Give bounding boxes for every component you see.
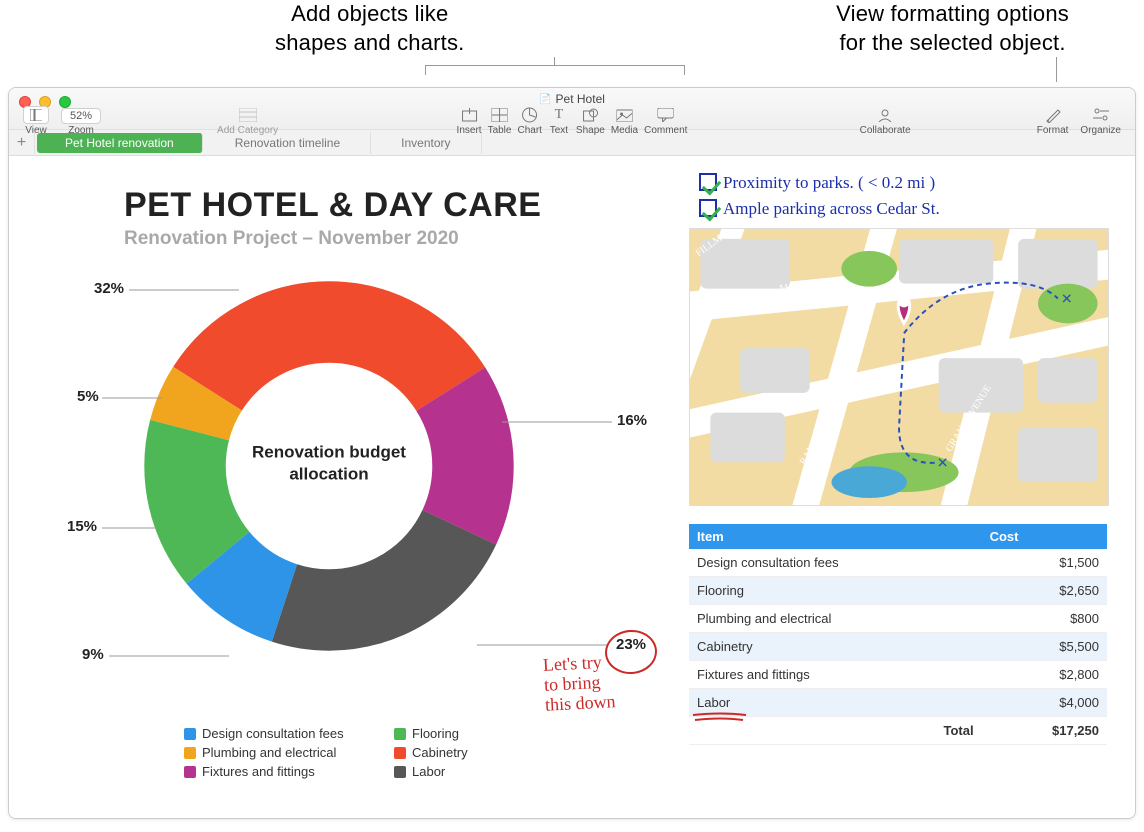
swatch-icon [184, 766, 196, 778]
table-row[interactable]: Flooring$2,650 [689, 577, 1107, 605]
title-text: Pet Hotel [556, 92, 605, 106]
window-title: 📄 Pet Hotel [539, 92, 605, 106]
table-icon [489, 106, 511, 124]
toolbar-label: Shape [576, 125, 605, 136]
annotation-brackets [0, 57, 1144, 87]
toolbar-label: Organize [1080, 125, 1121, 136]
legend-item: Cabinetry [394, 745, 554, 760]
page-subtitle: Renovation Project – November 2020 [124, 228, 459, 250]
sheet-canvas[interactable]: PET HOTEL & DAY CARE Renovation Project … [9, 156, 1135, 818]
shape-icon [579, 106, 601, 124]
format-button[interactable]: Format [1037, 106, 1069, 136]
table-row[interactable]: Labor$4,000 [689, 689, 1107, 717]
cost-table[interactable]: Item Cost Design consultation fees$1,500… [689, 524, 1107, 745]
table-row[interactable]: Cabinetry$5,500 [689, 633, 1107, 661]
format-icon [1042, 106, 1064, 124]
toolbar-left: View 52% Zoom Add Category [17, 106, 284, 138]
chart-legend: Design consultation fees Flooring Plumbi… [184, 726, 554, 779]
legend-item: Labor [394, 764, 554, 779]
toolbar-label: Zoom [68, 125, 94, 136]
toolbar-label: Chart [517, 125, 541, 136]
callout-text: shapes and charts. [275, 29, 465, 58]
pct-flooring: 15% [67, 518, 97, 535]
toolbar-label: Table [488, 125, 512, 136]
annotation-row: Add objects like shapes and charts. View… [0, 0, 1144, 57]
text-icon: T [548, 106, 570, 124]
table-row[interactable]: Design consultation fees$1,500 [689, 549, 1107, 577]
table-row[interactable]: Fixtures and fittings$2,800 [689, 661, 1107, 689]
chart-icon [519, 106, 541, 124]
table-button[interactable]: Table [488, 106, 512, 136]
svg-text:✕: ✕ [1061, 293, 1073, 308]
legend-item: Design consultation fees [184, 726, 394, 741]
hand-underline [691, 712, 751, 727]
app-window: 📄 Pet Hotel View 52% Zoom Add Category [8, 87, 1136, 819]
category-icon [237, 106, 259, 124]
swatch-icon [184, 747, 196, 759]
toolbar-label: Add Category [217, 125, 278, 136]
document-icon: 📄 [539, 94, 551, 105]
callout-format: View formatting options for the selected… [836, 0, 1069, 57]
collaborate-button[interactable]: Collaborate [860, 106, 911, 136]
swatch-icon [394, 747, 406, 759]
zoom-button[interactable]: 52% Zoom [61, 108, 101, 136]
swatch-icon [184, 728, 196, 740]
callout-text: Add objects like [275, 0, 465, 29]
collaborate-icon [874, 106, 896, 124]
chart-title: Renovation budget allocation [239, 442, 419, 486]
swatch-icon [394, 766, 406, 778]
toolbar-center: Insert Table Chart T Text Shape Media [454, 106, 691, 138]
comment-icon [655, 106, 677, 124]
pct-plumbing: 5% [77, 388, 99, 405]
toolbar-label: Format [1037, 125, 1069, 136]
checkbox-icon [699, 173, 717, 191]
text-button[interactable]: T Text [548, 106, 570, 136]
legend-item: Flooring [394, 726, 554, 741]
col-header: Cost [982, 524, 1107, 549]
col-header: Item [689, 524, 982, 549]
page-title: PET HOTEL & DAY CARE [124, 186, 541, 225]
toolbar-label: Text [550, 125, 568, 136]
insert-button[interactable]: Insert [457, 106, 482, 136]
media-icon [613, 106, 635, 124]
table-row-total[interactable]: Total$17,250 [689, 717, 1107, 745]
hand-note-red: Let's try to bring this down [542, 652, 616, 715]
shape-button[interactable]: Shape [576, 106, 605, 136]
toolbar-label: Comment [644, 125, 687, 136]
swatch-icon [394, 728, 406, 740]
legend-item: Plumbing and electrical [184, 745, 394, 760]
toolbar-label: Insert [457, 125, 482, 136]
chart-button[interactable]: Chart [517, 106, 541, 136]
table-row[interactable]: Plumbing and electrical$800 [689, 605, 1107, 633]
zoom-value: 52% [61, 108, 101, 124]
pct-design: 9% [82, 646, 104, 663]
hand-note-blue: Proximity to parks. ( < 0.2 mi ) Ample p… [699, 170, 940, 221]
callout-text: View formatting options [836, 0, 1069, 29]
pct-fixtures: 16% [617, 412, 647, 429]
view-icon [23, 106, 49, 124]
organize-icon [1090, 106, 1112, 124]
toolbar-right: Collaborate Format Organize [854, 106, 1127, 138]
toolbar-label: Media [611, 125, 638, 136]
svg-text:✕: ✕ [937, 456, 949, 471]
callout-add-objects: Add objects like shapes and charts. [275, 0, 465, 57]
toolbar-label: Collaborate [860, 125, 911, 136]
checkbox-icon [699, 199, 717, 217]
insert-icon [458, 106, 480, 124]
donut-chart[interactable]: Renovation budget allocation [139, 276, 519, 656]
titlebar: 📄 Pet Hotel View 52% Zoom Add Category [9, 88, 1135, 130]
add-category-button[interactable]: Add Category [217, 106, 278, 136]
callout-text: for the selected object. [836, 29, 1069, 58]
view-button[interactable]: View [23, 106, 49, 136]
pct-cabinetry: 32% [94, 280, 124, 297]
organize-button[interactable]: Organize [1080, 106, 1121, 136]
toolbar-label: View [25, 125, 47, 136]
comment-button[interactable]: Comment [644, 106, 687, 136]
legend-item: Fixtures and fittings [184, 764, 394, 779]
map-image: ✕ ✕ FILLMORE ST. MAIN STREET CEDAR STREE… [689, 228, 1109, 506]
media-button[interactable]: Media [611, 106, 638, 136]
